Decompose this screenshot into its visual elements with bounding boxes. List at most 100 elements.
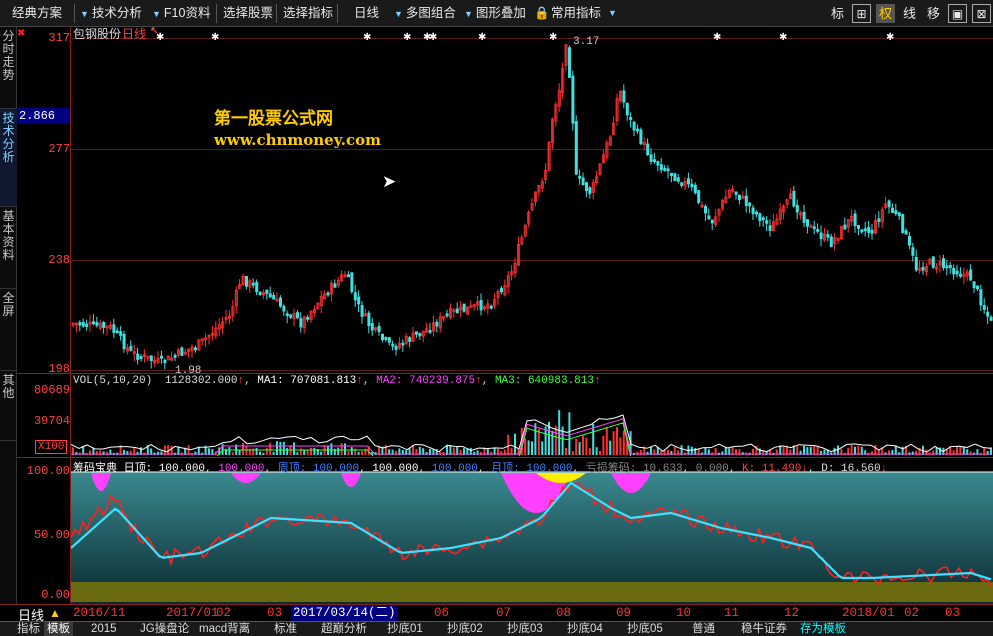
signal-marker: ✱ <box>363 32 371 43</box>
tab-technical[interactable]: 技术分析 <box>0 109 17 207</box>
candle-body <box>860 229 864 233</box>
candle-body <box>350 272 354 292</box>
candle-body <box>306 317 310 320</box>
candle-body <box>122 334 126 350</box>
candle-body <box>78 322 82 326</box>
tab-macd[interactable]: macd背离 <box>196 622 253 636</box>
tab-wenniu[interactable]: 稳牛证券 <box>738 622 790 636</box>
tab-jg[interactable]: JG操盘论 <box>137 622 192 636</box>
candle-body <box>755 211 759 215</box>
volume-bar <box>582 435 584 455</box>
volume-bar <box>490 451 493 455</box>
tab-normal[interactable]: 普通 <box>689 622 718 636</box>
tab-indicator[interactable]: 指标 <box>14 622 43 636</box>
volume-bar <box>575 438 578 455</box>
tab-chaodi03[interactable]: 抄底03 <box>504 622 546 636</box>
volume-chart[interactable] <box>71 390 993 456</box>
candle-body <box>707 215 711 220</box>
candle-body <box>85 323 89 328</box>
candle-body <box>408 337 412 342</box>
candle-body <box>710 219 714 224</box>
candle-body <box>632 121 636 131</box>
tab-chaodi04[interactable]: 抄底04 <box>564 622 606 636</box>
candle-body <box>326 292 330 296</box>
candle-body <box>428 329 432 333</box>
candle-body <box>585 182 589 192</box>
volume-bar <box>262 452 265 455</box>
candle-body <box>867 226 871 233</box>
tech-analysis-menu[interactable]: 技术分析 <box>76 3 146 24</box>
date-label: 2016/11 <box>73 606 126 620</box>
tab-standard[interactable]: 标准 <box>271 622 300 636</box>
close-icon[interactable]: ⊠ <box>972 4 991 23</box>
f10-menu[interactable]: F10资料 <box>148 3 214 24</box>
candle-body <box>636 128 640 132</box>
price-tick: 238 <box>48 253 70 267</box>
candle-body <box>346 274 350 278</box>
watermark-title: 第一股票公式网 <box>214 109 333 129</box>
date-label: 07 <box>496 606 512 620</box>
tab-other[interactable]: 其他 <box>0 371 17 441</box>
volume-bar <box>282 441 285 455</box>
tab-2015[interactable]: 2015 <box>88 622 120 636</box>
select-indicator-button[interactable]: 选择指标 <box>279 3 337 24</box>
candle-body <box>401 342 405 346</box>
candlestick-chart[interactable]: ✱✱ ✱ ✱ ✱✱ ✱ ✱ ✱ ✱ ✱ <box>71 28 993 373</box>
triangle-up-icon[interactable]: ▲ <box>49 606 61 620</box>
save-template-button[interactable]: 存为模板 <box>797 622 849 636</box>
candle-body <box>255 281 259 293</box>
volume-bar <box>605 426 608 455</box>
candle-body <box>370 323 374 331</box>
candle-body <box>897 212 901 217</box>
select-stock-button[interactable]: 选择股票 <box>219 3 277 24</box>
tab-template[interactable]: 模板 <box>44 622 73 636</box>
candle-body <box>333 283 337 288</box>
common-indicator-menu[interactable]: 常用指标 <box>547 3 605 24</box>
candle-body <box>571 75 575 124</box>
price-tick: 277 <box>48 142 70 156</box>
tab-fundamental[interactable]: 基本资料 <box>0 207 17 289</box>
tab-chaodi02[interactable]: 抄底02 <box>444 622 486 636</box>
volume-bar <box>157 451 159 455</box>
candle-body <box>581 177 585 186</box>
date-label: 03 <box>267 606 283 620</box>
grid-icon[interactable]: ⊞ <box>852 4 871 23</box>
multi-chart-menu[interactable]: 多图组合 <box>390 3 460 24</box>
scheme-menu[interactable]: 经典方案 <box>8 3 66 24</box>
mark-button[interactable]: 标 <box>828 4 847 23</box>
signal-marker: ✱ <box>429 32 437 43</box>
rights-button[interactable]: 权 <box>876 4 895 23</box>
tab-chaodi01[interactable]: 抄底01 <box>384 622 426 636</box>
tab-fullscreen[interactable]: 全屏 <box>0 289 17 371</box>
candle-body <box>891 207 895 213</box>
volume-bar <box>599 450 601 455</box>
volume-bar <box>313 448 316 455</box>
candle-body <box>911 247 915 256</box>
chevron-down-icon[interactable]: ▼ <box>604 3 621 24</box>
candle-body <box>976 285 980 290</box>
candle-body <box>931 256 935 268</box>
volume-bar <box>238 449 241 455</box>
restore-icon[interactable]: ▣ <box>948 4 967 23</box>
candle-body <box>489 305 493 309</box>
candle-body <box>792 190 796 207</box>
period-button[interactable]: 日线 <box>350 3 383 24</box>
candle-body <box>979 289 983 306</box>
candle-body <box>812 226 816 230</box>
volume-bar <box>537 428 540 455</box>
candle-body <box>295 312 299 319</box>
date-label: 10 <box>676 606 692 620</box>
line-button[interactable]: 线 <box>900 4 919 23</box>
overlay-menu[interactable]: 图形叠加 <box>460 3 530 24</box>
candle-body <box>908 235 912 246</box>
tab-chaodi05[interactable]: 抄底05 <box>624 622 666 636</box>
candle-body <box>765 220 769 224</box>
chip-distribution-chart[interactable] <box>71 458 993 604</box>
move-button[interactable]: 移 <box>924 4 943 23</box>
tab-intraday[interactable]: 分时走势 <box>0 27 17 109</box>
candle-body <box>857 224 861 229</box>
candle-body <box>149 355 153 361</box>
candle-body <box>251 282 255 286</box>
candle-body <box>738 194 742 201</box>
tab-chaodian[interactable]: 超巅分析 <box>318 622 370 636</box>
